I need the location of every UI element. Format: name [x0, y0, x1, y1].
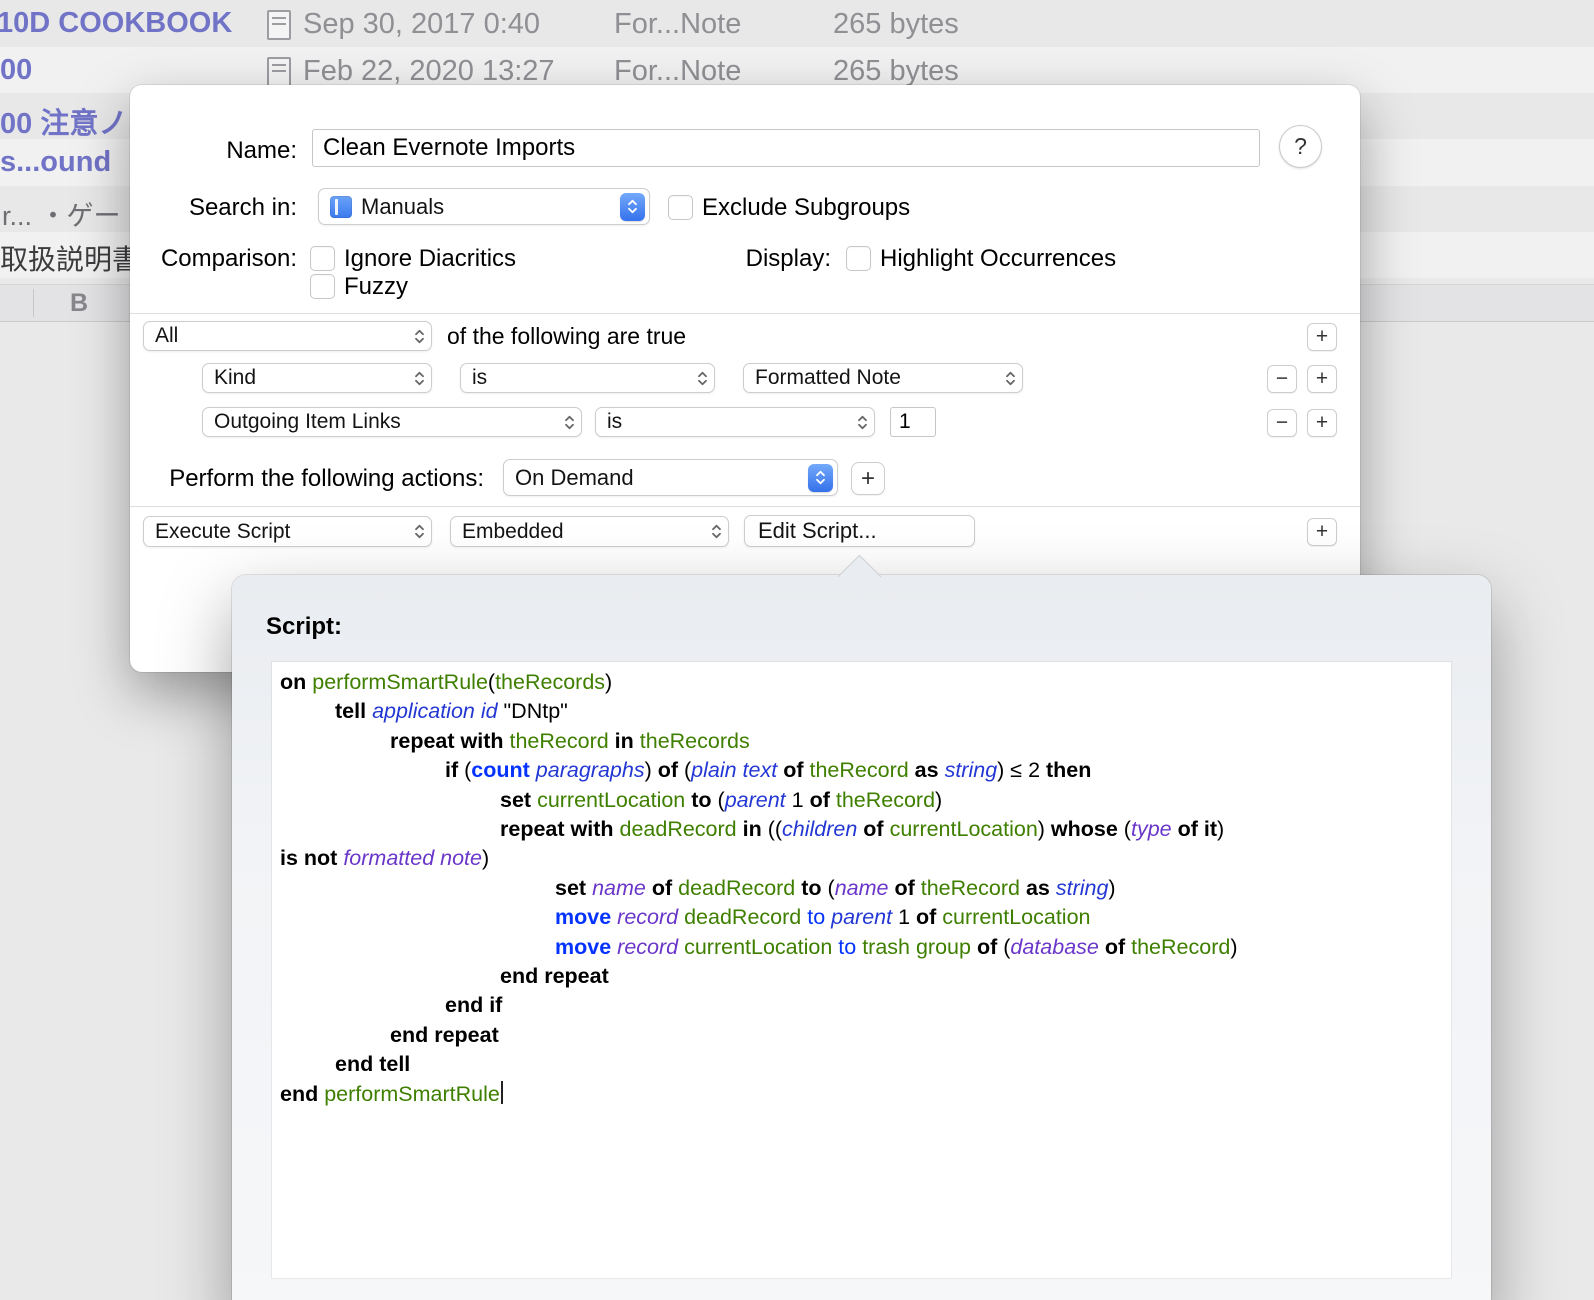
exclude-subgroups-checkbox[interactable] [668, 195, 693, 220]
plus-icon: + [1316, 367, 1328, 391]
screen: 10D COOKBOOK Sep 30, 2017 0:40 For...Not… [0, 0, 1594, 1300]
script-mode-value: Embedded [462, 520, 564, 544]
fuzzy-checkbox[interactable] [310, 274, 335, 299]
minus-icon: − [1276, 367, 1288, 391]
ignore-diacritics-label: Ignore Diacritics [344, 245, 516, 273]
predicate-scope-value: All [155, 324, 178, 348]
condition-operator-popup[interactable]: is [595, 407, 875, 437]
add-condition-button[interactable]: + [1307, 365, 1337, 393]
highlight-occurrences-checkbox[interactable] [846, 246, 871, 271]
search-in-popup[interactable]: Manuals [318, 188, 650, 225]
plus-icon: + [1316, 411, 1328, 435]
condition-value-input[interactable] [890, 407, 936, 437]
plus-icon: + [1316, 520, 1328, 544]
name-label: Name: [130, 137, 297, 165]
stepper-icon [564, 414, 575, 431]
display-label: Display: [650, 245, 831, 273]
condition-value-popup[interactable]: Formatted Note [743, 363, 1023, 393]
row-size: 265 bytes [833, 55, 959, 88]
add-action-row-button[interactable]: + [1307, 518, 1337, 546]
stepper-icon [414, 523, 425, 540]
script-editor[interactable]: on performSmartRule(theRecords)tell appl… [272, 662, 1451, 1278]
condition-operator-popup[interactable]: is [460, 363, 715, 393]
action-type-popup[interactable]: Execute Script [143, 516, 432, 547]
row-date: Sep 30, 2017 0:40 [303, 8, 540, 41]
condition-value: Formatted Note [755, 366, 901, 390]
condition-field-popup[interactable]: Outgoing Item Links [202, 407, 582, 437]
database-icon [330, 196, 352, 218]
fuzzy-label: Fuzzy [344, 273, 408, 301]
condition-operator-value: is [472, 366, 487, 390]
name-input[interactable] [312, 129, 1260, 167]
row-date: Feb 22, 2020 13:27 [303, 55, 555, 88]
actions-trigger-popup[interactable]: On Demand [503, 459, 838, 496]
remove-condition-button[interactable]: − [1267, 409, 1297, 437]
remove-condition-button[interactable]: − [1267, 365, 1297, 393]
stepper-icon [620, 193, 645, 221]
actions-label: Perform the following actions: [150, 465, 484, 493]
comparison-label: Comparison: [130, 245, 297, 273]
stepper-icon [414, 328, 425, 345]
add-condition-button[interactable]: + [1307, 409, 1337, 437]
script-label: Script: [266, 613, 342, 641]
column-header-b[interactable]: B [70, 289, 88, 318]
list-row-band[interactable] [0, 0, 1594, 47]
condition-field-value: Outgoing Item Links [214, 410, 401, 434]
plus-icon: + [861, 465, 875, 493]
row-kind: For...Note [614, 8, 741, 41]
script-mode-popup[interactable]: Embedded [450, 516, 729, 547]
row-title[interactable]: s...ound [0, 146, 111, 179]
ignore-diacritics-checkbox[interactable] [310, 246, 335, 271]
action-type-value: Execute Script [155, 520, 290, 544]
add-action-button[interactable]: + [851, 462, 885, 495]
condition-field-value: Kind [214, 366, 256, 390]
predicate-scope-popup[interactable]: All [143, 321, 432, 351]
edit-script-label: Edit Script... [758, 518, 877, 544]
stepper-icon [1005, 370, 1016, 387]
highlight-occurrences-label: Highlight Occurrences [880, 245, 1116, 273]
help-button[interactable]: ? [1279, 125, 1322, 168]
row-title[interactable]: 10D COOKBOOK [0, 7, 232, 40]
row-title[interactable]: 00 注意ノ [0, 100, 127, 142]
divider [130, 313, 1360, 314]
predicate-suffix: of the following are true [447, 323, 686, 350]
script-popover: Script: on performSmartRule(theRecords)t… [232, 575, 1491, 1300]
exclude-subgroups-label: Exclude Subgroups [702, 194, 910, 222]
row-kind: For...Note [614, 55, 741, 88]
add-condition-button[interactable]: + [1307, 323, 1337, 351]
document-icon [267, 57, 291, 87]
stepper-icon [857, 414, 868, 431]
stepper-icon [808, 464, 833, 492]
condition-field-popup[interactable]: Kind [202, 363, 432, 393]
stepper-icon [697, 370, 708, 387]
actions-trigger-value: On Demand [515, 465, 634, 491]
row-size: 265 bytes [833, 8, 959, 41]
minus-icon: − [1276, 411, 1288, 435]
search-in-value: Manuals [361, 194, 444, 220]
script-code[interactable]: on performSmartRule(theRecords)tell appl… [272, 662, 1451, 1115]
condition-operator-value: is [607, 410, 622, 434]
row-title[interactable]: 取扱説明書 [0, 238, 140, 278]
stepper-icon [414, 370, 425, 387]
row-title[interactable]: r... ・ゲー [2, 194, 121, 233]
help-label: ? [1294, 133, 1307, 160]
edit-script-button[interactable]: Edit Script... [744, 515, 975, 547]
row-title[interactable]: 00 [0, 54, 32, 87]
plus-icon: + [1316, 325, 1328, 349]
stepper-icon [711, 523, 722, 540]
document-icon [267, 10, 291, 40]
divider [130, 506, 1360, 507]
column-divider [33, 289, 34, 317]
search-in-label: Search in: [130, 194, 297, 222]
